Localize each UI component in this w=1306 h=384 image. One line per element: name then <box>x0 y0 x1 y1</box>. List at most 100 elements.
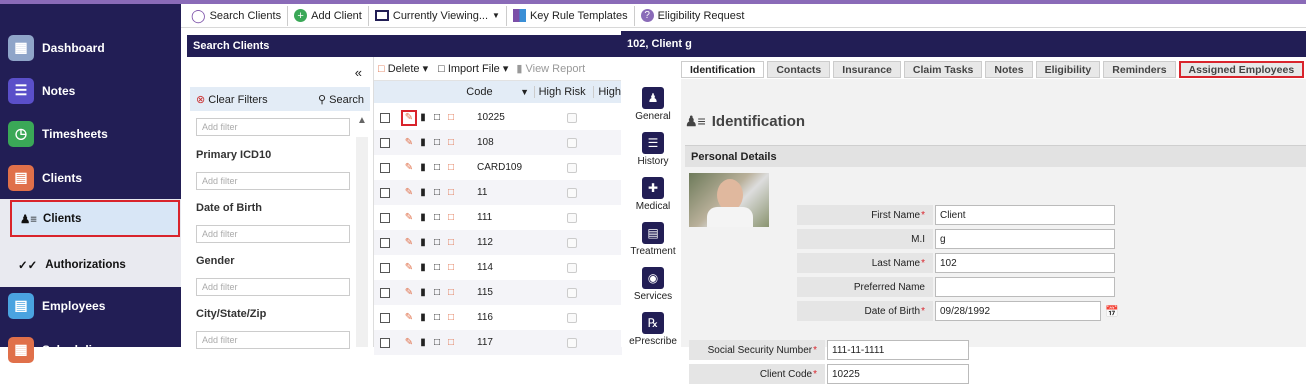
row-checkbox[interactable] <box>380 287 390 298</box>
filter-input[interactable]: Add filter <box>196 278 350 296</box>
trash-icon[interactable]: □ <box>445 312 457 324</box>
tab-identification[interactable]: Identification <box>681 61 765 78</box>
high-risk-checkbox[interactable] <box>567 312 577 323</box>
eligibility-request-button[interactable]: ? Eligibility Request <box>635 6 751 26</box>
chart-icon[interactable]: ▮ <box>417 137 429 149</box>
key-rule-templates-button[interactable]: Key Rule Templates <box>507 5 635 26</box>
table-row[interactable]: ✎ ▮ □ □ 10225 <box>374 105 622 130</box>
col-code[interactable]: Code <box>466 86 520 98</box>
client-code-field[interactable]: 10225 <box>827 364 969 384</box>
edit-icon[interactable]: ✎ <box>403 187 415 199</box>
clear-filters-button[interactable]: ⊗ Clear Filters <box>196 93 268 106</box>
edit-icon[interactable]: ✎ <box>403 137 415 149</box>
tab-contacts[interactable]: Contacts <box>767 61 831 78</box>
col-high-risk[interactable]: High Risk <box>533 86 594 98</box>
search-clients-button[interactable]: ◯ Search Clients <box>185 5 289 26</box>
filter-input[interactable]: Add filter <box>196 331 350 349</box>
document-icon[interactable]: □ <box>431 212 443 224</box>
document-icon[interactable]: □ <box>431 137 443 149</box>
trash-icon[interactable]: □ <box>445 212 457 224</box>
document-icon[interactable]: □ <box>431 262 443 274</box>
table-row[interactable]: ✎ ▮ □ □ 114 <box>374 255 622 280</box>
document-icon[interactable]: □ <box>431 287 443 299</box>
edit-icon[interactable]: ✎ <box>403 312 415 324</box>
import-file-button[interactable]: □ Import File ▾ <box>438 62 508 75</box>
edit-icon[interactable]: ✎ <box>403 162 415 174</box>
high-risk-checkbox[interactable] <box>567 262 577 273</box>
sidebar-item-employees[interactable]: ▤ Employees <box>0 284 181 327</box>
high-risk-checkbox[interactable] <box>567 137 577 148</box>
view-report-button[interactable]: ▮ View Report <box>516 62 585 75</box>
filter-input[interactable]: Add filter <box>196 172 350 190</box>
row-checkbox[interactable] <box>380 137 390 148</box>
filter-input[interactable]: Add filter <box>196 225 350 243</box>
table-row[interactable]: ✎ ▮ □ □ 112 <box>374 230 622 255</box>
chart-icon[interactable]: ▮ <box>417 287 429 299</box>
edit-icon[interactable]: ✎ <box>403 237 415 249</box>
trash-icon[interactable]: □ <box>445 287 457 299</box>
chart-icon[interactable]: ▮ <box>417 112 429 124</box>
row-checkbox[interactable] <box>380 337 390 348</box>
chart-icon[interactable]: ▮ <box>417 237 429 249</box>
high-risk-checkbox[interactable] <box>567 212 577 223</box>
table-row[interactable]: ✎ ▮ □ □ 111 <box>374 205 622 230</box>
trash-icon[interactable]: □ <box>445 137 457 149</box>
preferred-name-field[interactable] <box>935 277 1115 297</box>
search-button[interactable]: ⚲ Search <box>318 93 364 106</box>
tab-claim-tasks[interactable]: Claim Tasks <box>903 61 983 78</box>
sidebar-item-dashboard[interactable]: ▦ Dashboard <box>0 26 181 69</box>
tab-insurance[interactable]: Insurance <box>833 61 901 78</box>
trash-icon[interactable]: □ <box>445 187 457 199</box>
collapse-icon[interactable]: « <box>355 65 362 80</box>
trash-icon[interactable]: □ <box>445 237 457 249</box>
edit-icon[interactable]: ✎ <box>403 287 415 299</box>
document-icon[interactable]: □ <box>431 312 443 324</box>
filter-input[interactable]: Add filter <box>196 118 350 136</box>
high-risk-checkbox[interactable] <box>567 162 577 173</box>
row-checkbox[interactable] <box>380 187 390 198</box>
side-tab-history[interactable]: ☰ History <box>627 132 679 178</box>
row-checkbox[interactable] <box>380 262 390 273</box>
chart-icon[interactable]: ▮ <box>417 187 429 199</box>
side-tab-general[interactable]: ♟ General <box>627 87 679 133</box>
table-row[interactable]: ✎ ▮ □ □ 115 <box>374 280 622 305</box>
document-icon[interactable]: □ <box>431 187 443 199</box>
sidebar-item-clients[interactable]: ▤ Clients <box>0 156 181 199</box>
high-risk-checkbox[interactable] <box>567 112 577 123</box>
edit-icon[interactable]: ✎ <box>403 212 415 224</box>
edit-icon[interactable]: ✎ <box>401 109 417 126</box>
delete-button[interactable]: □ Delete ▾ <box>378 62 428 75</box>
side-tab-medical[interactable]: ✚ Medical <box>627 177 679 223</box>
trash-icon[interactable]: □ <box>445 112 457 124</box>
tab-reminders[interactable]: Reminders <box>1103 61 1176 78</box>
chart-icon[interactable]: ▮ <box>417 212 429 224</box>
calendar-icon[interactable]: 📅 <box>1105 305 1119 318</box>
side-tab-services[interactable]: ◉ Services <box>627 267 679 313</box>
sidebar-item-scheduling[interactable]: ▦ Scheduling <box>0 328 181 371</box>
trash-icon[interactable]: □ <box>445 262 457 274</box>
side-tab-treatment[interactable]: ▤ Treatment <box>627 222 679 268</box>
currently-viewing-dropdown[interactable]: Currently Viewing... ▼ <box>369 5 507 26</box>
high-risk-checkbox[interactable] <box>567 237 577 248</box>
row-checkbox[interactable] <box>380 162 390 173</box>
table-row[interactable]: ✎ ▮ □ □ 11 <box>374 180 622 205</box>
high-risk-checkbox[interactable] <box>567 187 577 198</box>
high-risk-checkbox[interactable] <box>567 337 577 348</box>
tab-notes[interactable]: Notes <box>985 61 1033 78</box>
mi-field[interactable]: g <box>935 229 1115 249</box>
edit-icon[interactable]: ✎ <box>403 262 415 274</box>
chart-icon[interactable]: ▮ <box>417 312 429 324</box>
table-row[interactable]: ✎ ▮ □ □ 116 <box>374 305 622 330</box>
first-name-field[interactable]: Client <box>935 205 1115 225</box>
side-tab-eprescribe[interactable]: ℞ ePrescribe <box>627 312 679 358</box>
document-icon[interactable]: □ <box>431 112 443 124</box>
sidebar-item-notes[interactable]: ☰ Notes <box>0 69 181 112</box>
sidebar-subitem-clients[interactable]: ♟≡ Clients <box>10 200 180 237</box>
col-more[interactable]: High <box>593 86 621 98</box>
ssn-field[interactable]: 111-11-1111 <box>827 340 969 360</box>
row-checkbox[interactable] <box>380 237 390 248</box>
document-icon[interactable]: □ <box>431 237 443 249</box>
chart-icon[interactable]: ▮ <box>417 262 429 274</box>
last-name-field[interactable]: 102 <box>935 253 1115 273</box>
document-icon[interactable]: □ <box>431 162 443 174</box>
